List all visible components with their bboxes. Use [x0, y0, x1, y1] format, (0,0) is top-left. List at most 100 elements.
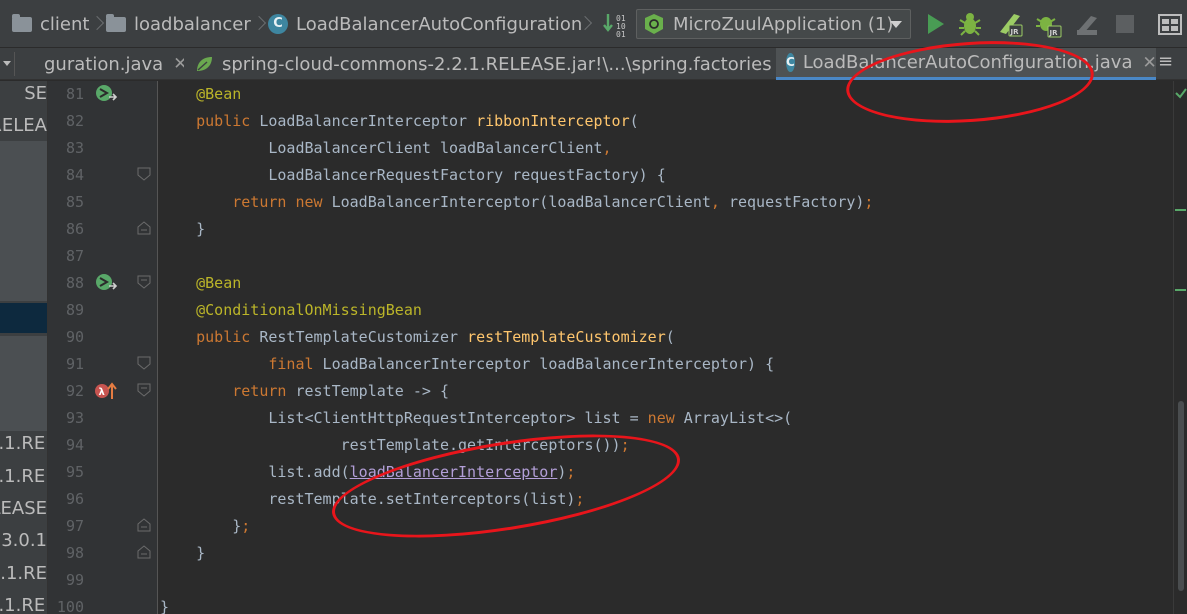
tab-label: spring-cloud-commons-2.2.1.RELEASE.jar!\…	[222, 53, 772, 75]
tab-spring-factories[interactable]: spring-cloud-commons-2.2.1.RELEASE.jar!\…	[188, 48, 774, 80]
fold-end-icon[interactable]	[137, 544, 151, 559]
spring-boot-icon	[643, 13, 665, 35]
line-number: 91	[65, 355, 84, 373]
breadcrumb-item-loadbalancer[interactable]: loadbalancer	[106, 10, 251, 38]
tab-overflow-icon[interactable]: ≡	[1158, 51, 1173, 72]
fold-end-icon[interactable]	[137, 220, 151, 235]
fold-start-icon[interactable]	[137, 274, 151, 289]
project-tree-item[interactable]: 0.1.RE	[0, 563, 47, 584]
code-line[interactable]: LoadBalancerClient loadBalancerClient,	[160, 135, 611, 162]
folder-icon	[12, 13, 32, 32]
code-line[interactable]: List<ClientHttpRequestInterceptor> list …	[160, 405, 792, 432]
line-number: 87	[65, 247, 84, 265]
code-line[interactable]: };	[160, 513, 250, 540]
tab-divider	[14, 52, 15, 76]
project-tree-item[interactable]: t:3.0.1	[0, 530, 47, 551]
line-number: 99	[65, 571, 84, 589]
code-editor[interactable]: @Bean public LoadBalancerInterceptor rib…	[158, 81, 1173, 614]
project-tree-preview	[0, 336, 47, 431]
fold-end-icon[interactable]	[137, 517, 151, 532]
line-number: 83	[65, 139, 84, 157]
project-structure-icon[interactable]	[1156, 10, 1184, 38]
code-line[interactable]: @Bean	[160, 81, 241, 108]
line-number: 97	[65, 517, 84, 535]
close-icon[interactable]: ✕	[1142, 53, 1156, 73]
folder-icon	[106, 13, 126, 32]
code-line[interactable]: @Bean	[160, 270, 241, 297]
tab-label: guration.java	[44, 53, 164, 75]
scrollbar-thumb[interactable]	[1178, 401, 1184, 591]
project-tree-selected-row[interactable]	[0, 303, 47, 333]
run-configuration-dropdown[interactable]: MicroZuulApplication (1)	[636, 9, 911, 39]
line-number: 98	[65, 544, 84, 562]
svg-text:JR: JR	[1049, 29, 1059, 37]
debug-icon[interactable]	[956, 10, 984, 38]
run-with-jrebel-icon[interactable]: JR	[996, 10, 1024, 38]
line-number: 93	[65, 409, 84, 427]
svg-text:01: 01	[616, 30, 626, 38]
breadcrumb-label: client	[40, 13, 90, 35]
line-number: 88	[65, 274, 84, 292]
fold-start-icon[interactable]	[137, 382, 151, 397]
code-line[interactable]: return new LoadBalancerInterceptor(loadB…	[160, 189, 873, 216]
line-number: 89	[65, 301, 84, 319]
bean-navigation-icon[interactable]	[94, 272, 118, 294]
fold-start-icon[interactable]	[137, 166, 151, 181]
code-line[interactable]: }	[160, 540, 205, 567]
project-panel: SE RELEA 2.1.REL 2.1.REI LEASE t:3.0.1 0…	[0, 81, 48, 614]
project-tree-item[interactable]: 2.1.REL	[0, 433, 47, 454]
line-number: 86	[65, 220, 84, 238]
coverage-icon[interactable]	[1073, 10, 1101, 38]
line-number: 100	[56, 598, 84, 614]
line-number: 92	[65, 382, 84, 400]
line-number: 84	[65, 166, 84, 184]
line-number: 85	[65, 193, 84, 211]
project-tree-item[interactable]: 2.1.REI	[0, 595, 47, 614]
change-marker[interactable]	[1175, 209, 1186, 211]
code-line[interactable]: }	[160, 594, 169, 614]
svg-text:JR: JR	[1010, 28, 1020, 36]
tab-scroll-menu-icon[interactable]	[3, 61, 11, 66]
line-number: 94	[65, 436, 84, 454]
bean-navigation-icon[interactable]	[94, 83, 118, 105]
build-icon[interactable]: 01 10 01	[602, 10, 630, 39]
editor-gutter: 81 82 83 84 85 86 87 88 89 90 91 92 93 9…	[48, 81, 158, 614]
fold-start-icon[interactable]	[137, 355, 151, 370]
chevron-down-icon	[890, 21, 902, 28]
tab-configuration-java[interactable]: guration.java ✕	[16, 48, 184, 80]
breadcrumb-label: loadbalancer	[134, 13, 251, 35]
run-icon[interactable]	[922, 10, 950, 38]
code-line[interactable]: public RestTemplateCustomizer restTempla…	[160, 324, 675, 351]
svg-text:λ: λ	[99, 387, 106, 398]
breadcrumb-item-client[interactable]: client	[12, 10, 89, 38]
code-line[interactable]: public LoadBalancerInterceptor ribbonInt…	[160, 108, 639, 135]
error-stripe[interactable]	[1173, 81, 1187, 614]
breadcrumb-separator-icon	[254, 12, 266, 36]
project-tree-preview	[0, 141, 47, 301]
checkmark-icon	[1175, 84, 1187, 103]
code-line[interactable]: final LoadBalancerInterceptor loadBalanc…	[160, 351, 774, 378]
project-tree-item[interactable]: 2.1.REI	[0, 466, 47, 487]
project-tree-item[interactable]: SE	[0, 83, 47, 104]
lambda-override-icon[interactable]: λ	[94, 380, 118, 402]
spring-leaf-icon	[194, 54, 214, 74]
code-line[interactable]: return restTemplate -> {	[160, 378, 449, 405]
close-icon[interactable]: ✕	[173, 54, 184, 74]
breadcrumb-label: LoadBalancerAutoConfiguration	[296, 13, 583, 35]
breadcrumb-separator-icon	[580, 12, 592, 36]
code-line[interactable]: }	[160, 216, 205, 243]
change-marker[interactable]	[1175, 289, 1186, 291]
code-line[interactable]: @ConditionalOnMissingBean	[160, 297, 422, 324]
breadcrumb-item-class[interactable]: C LoadBalancerAutoConfiguration	[268, 10, 582, 38]
line-number: 96	[65, 490, 84, 508]
project-tree-item[interactable]: RELEA	[0, 115, 47, 136]
run-configuration-label: MicroZuulApplication (1)	[673, 13, 894, 35]
debug-with-jrebel-icon[interactable]: JR	[1034, 10, 1062, 38]
code-line[interactable]: LoadBalancerRequestFactory requestFactor…	[160, 162, 665, 189]
line-number: 90	[65, 328, 84, 346]
java-class-icon: C	[268, 14, 288, 34]
breadcrumb-separator-icon	[92, 12, 104, 36]
line-number: 95	[65, 463, 84, 481]
project-tree-item[interactable]: LEASE	[0, 498, 47, 519]
stop-icon[interactable]	[1111, 10, 1139, 38]
